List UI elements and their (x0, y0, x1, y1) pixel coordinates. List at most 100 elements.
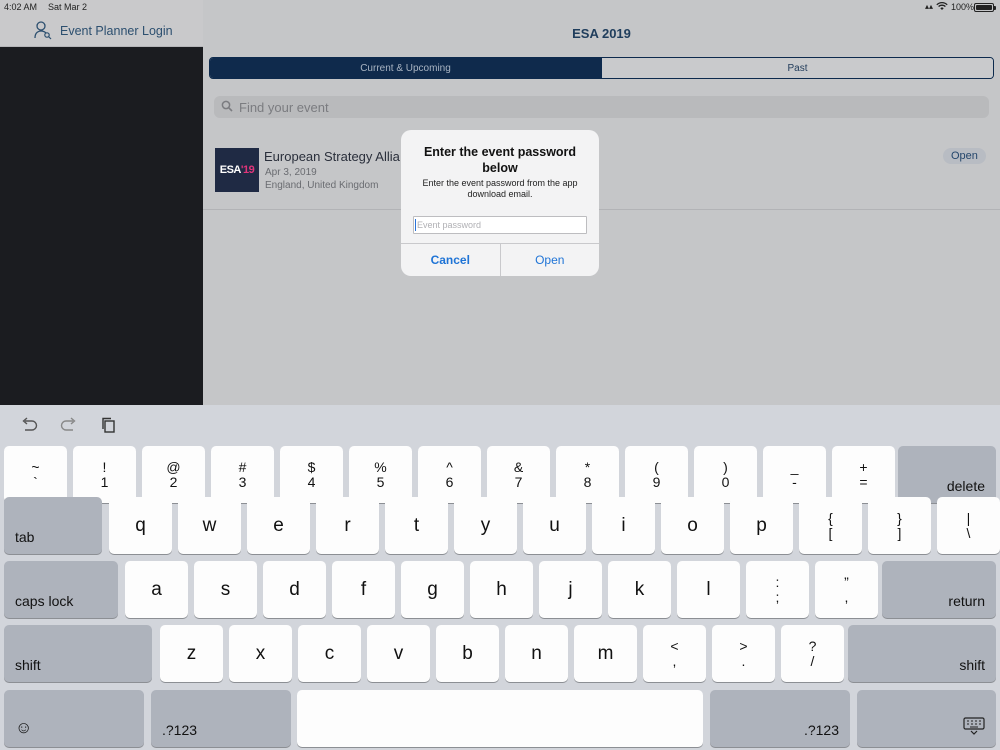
key-symbol-=[interactable]: + = (832, 446, 895, 503)
sidebar: Event Planner Login (0, 0, 203, 405)
key-symbol-\[interactable]: | \ (937, 497, 1000, 554)
key-label: a (151, 578, 162, 600)
key-v[interactable]: v (367, 625, 430, 682)
key-label-upper: % (374, 458, 387, 475)
key-symbol-4[interactable]: $4 (280, 446, 343, 503)
key-f[interactable]: f (332, 561, 395, 618)
key-symbol-.[interactable]: >. (712, 625, 775, 682)
keyboard-dismiss-key[interactable] (857, 690, 996, 747)
key-s[interactable]: s (194, 561, 257, 618)
space-bar[interactable] (297, 690, 703, 747)
right-shift-key[interactable]: shift (848, 625, 996, 682)
event-list-item[interactable]: ESA '19 European Strategy Allia Apr 3, 20… (203, 133, 1000, 210)
search-bar[interactable]: Find your event (214, 96, 989, 118)
event-open-button[interactable]: Open (943, 148, 986, 164)
key-symbol-1[interactable]: ! 1 (73, 446, 136, 503)
key-c[interactable]: c (298, 625, 361, 682)
key-j[interactable]: j (539, 561, 602, 618)
key-x[interactable]: x (229, 625, 292, 682)
event-planner-login-button[interactable]: Event Planner Login (34, 20, 173, 42)
key-symbol-`[interactable]: ~ ` (4, 446, 67, 503)
emoji-key[interactable]: ☺ (4, 690, 144, 747)
key-label-lower: 8 (583, 473, 592, 490)
key-symbol-7[interactable]: & 7 (487, 446, 550, 503)
keyboard-dismiss-icon (963, 717, 985, 738)
key-symbol-5[interactable]: % 5 (349, 446, 412, 503)
return-key[interactable]: return (882, 561, 996, 618)
key-label: o (687, 514, 698, 536)
battery-percent: 100% (951, 2, 975, 12)
key-h[interactable]: h (470, 561, 533, 618)
left-shift-key[interactable]: shift (4, 625, 152, 682)
key-i[interactable]: i (592, 497, 655, 554)
key-label-upper: > (739, 637, 748, 654)
key-a[interactable]: a (125, 561, 188, 618)
key-y[interactable]: y (454, 497, 517, 554)
key-label: q (135, 514, 146, 536)
key-label-upper: * (584, 458, 591, 475)
key-e[interactable]: e (247, 497, 310, 554)
key-n[interactable]: n (505, 625, 568, 682)
key-b[interactable]: b (436, 625, 499, 682)
key-label: i (621, 514, 626, 536)
key-symbol-2[interactable]: @2 (142, 446, 205, 503)
key-label-upper: & (513, 458, 524, 475)
key-label-lower: ] (897, 524, 902, 541)
key-l[interactable]: l (677, 561, 740, 618)
key-label-lower: = (859, 473, 868, 490)
key-label-upper: ^ (446, 458, 453, 475)
key-label: g (427, 578, 438, 600)
key-label-lower: 9 (652, 473, 661, 490)
shift-key-label: shift (959, 657, 985, 673)
key-symbol-,[interactable]: <, (643, 625, 706, 682)
key-m[interactable]: m (574, 625, 637, 682)
delete-key[interactable]: delete (898, 446, 996, 503)
key-symbol--[interactable]: _ - (763, 446, 826, 503)
event-password-input[interactable] (413, 216, 587, 234)
open-button[interactable]: Open (501, 244, 600, 276)
key-z[interactable]: z (160, 625, 223, 682)
key-symbol-8[interactable]: * 8 (556, 446, 619, 503)
key-symbol-,[interactable]: ”, (815, 561, 878, 618)
cancel-button[interactable]: Cancel (401, 244, 501, 276)
undo-icon[interactable] (20, 417, 38, 438)
caps-lock-key[interactable]: caps lock (4, 561, 118, 618)
key-symbol-9[interactable]: (9 (625, 446, 688, 503)
key-label: x (255, 642, 266, 664)
keyboard-toolbar (0, 405, 1000, 443)
tab-key[interactable]: tab (4, 497, 102, 554)
numbers-key-right[interactable]: .?123 (710, 690, 850, 747)
numbers-key-left[interactable]: .?123 (151, 690, 291, 747)
key-r[interactable]: r (316, 497, 379, 554)
key-o[interactable]: o (661, 497, 724, 554)
key-k[interactable]: k (608, 561, 671, 618)
redo-icon[interactable] (60, 417, 78, 438)
key-label-upper: _ (790, 458, 799, 475)
key-symbol-[[interactable]: {[ (799, 497, 862, 554)
key-q[interactable]: q (109, 497, 172, 554)
key-label-lower: , (844, 588, 849, 605)
key-symbol-;[interactable]: :; (746, 561, 809, 618)
paste-icon[interactable] (101, 417, 117, 438)
key-d[interactable]: d (263, 561, 326, 618)
key-label-upper: @ (166, 458, 181, 475)
tab-past[interactable]: Past (601, 58, 993, 78)
page-title: ESA 2019 (572, 26, 631, 41)
key-label: u (549, 514, 560, 536)
key-label: v (393, 642, 404, 664)
key-symbol-/[interactable]: ? / (781, 625, 844, 682)
key-symbol-0[interactable]: ) 0 (694, 446, 757, 503)
alert-button-bar: Cancel Open (401, 243, 599, 276)
key-u[interactable]: u (523, 497, 586, 554)
key-p[interactable]: p (730, 497, 793, 554)
key-symbol-6[interactable]: ^ 6 (418, 446, 481, 503)
key-symbol-3[interactable]: #3 (211, 446, 274, 503)
key-symbol-][interactable]: }] (868, 497, 931, 554)
key-t[interactable]: t (385, 497, 448, 554)
numbers-key-label: .?123 (803, 722, 839, 738)
key-g[interactable]: g (401, 561, 464, 618)
event-tabs: Current & Upcoming Past (209, 57, 994, 79)
key-w[interactable]: w (178, 497, 241, 554)
key-label-lower: 3 (238, 473, 247, 490)
tab-current-upcoming[interactable]: Current & Upcoming (210, 58, 601, 78)
